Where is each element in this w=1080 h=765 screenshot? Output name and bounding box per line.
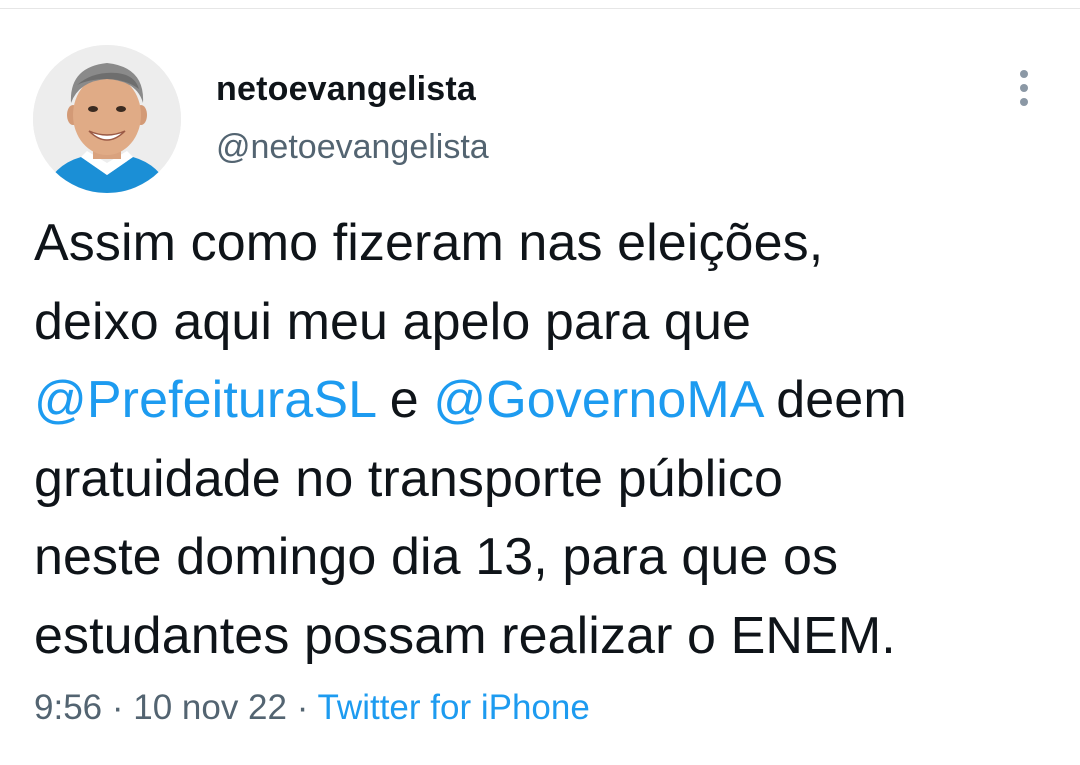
tweet-meta: 9:56 · 10 nov 22 · Twitter for iPhone <box>34 688 590 728</box>
tweet-conjunction: e <box>375 371 434 429</box>
tweet-line: deixo aqui meu apelo para que <box>34 292 751 351</box>
tweet-date[interactable]: 10 nov 22 <box>133 688 287 727</box>
avatar[interactable] <box>33 45 181 193</box>
top-divider <box>0 8 1080 9</box>
tweet-line: gratuidade no transporte público <box>34 449 784 508</box>
tweet-time[interactable]: 9:56 <box>34 688 102 727</box>
author-handle[interactable]: @netoevangelista <box>216 128 489 167</box>
author-display-name[interactable]: netoevangelista <box>216 70 476 109</box>
tweet-source-link[interactable]: Twitter for iPhone <box>317 688 589 727</box>
avatar-photo <box>33 45 181 193</box>
meta-separator: · <box>286 688 318 727</box>
more-vertical-icon <box>1020 70 1028 106</box>
meta-separator: · <box>102 688 134 727</box>
tweet-text-fragment: deem <box>761 371 907 429</box>
tweet-line: estudantes possam realizar o ENEM. <box>34 606 896 665</box>
mention-prefeiturasl-link[interactable]: @PrefeituraSL <box>34 371 375 429</box>
tweet-line: @PrefeituraSL e @GovernoMA deem <box>34 361 1054 440</box>
tweet-line: neste domingo dia 13, para que os <box>34 528 839 586</box>
mention-governoma-link[interactable]: @GovernoMA <box>433 371 761 429</box>
tweet-text: Assim como fizeram nas eleições, deixo a… <box>34 204 1054 675</box>
more-options-button[interactable] <box>1008 66 1040 110</box>
tweet-line: Assim como fizeram nas eleições, <box>34 214 824 272</box>
